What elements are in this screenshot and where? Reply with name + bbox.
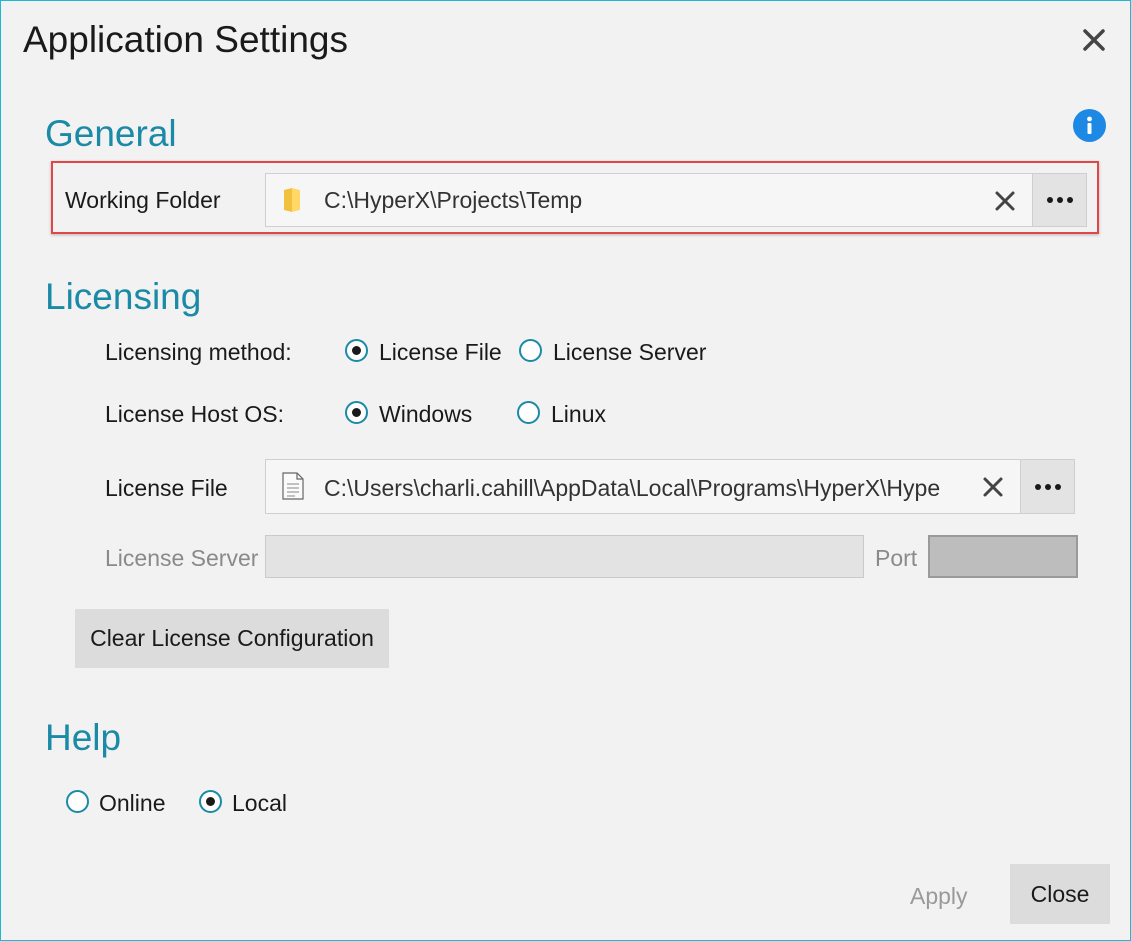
license-file-label: License File [105, 475, 228, 501]
radio-online-label[interactable]: Online [99, 790, 165, 817]
radio-online[interactable] [66, 790, 89, 813]
clear-icon[interactable] [990, 186, 1020, 216]
apply-button[interactable]: Apply [910, 883, 968, 910]
port-input[interactable] [928, 535, 1078, 578]
help-heading: Help [45, 717, 122, 758]
ellipsis-icon [1034, 483, 1061, 490]
radio-linux[interactable] [517, 401, 540, 424]
ellipsis-icon [1046, 197, 1073, 203]
radio-windows-label[interactable]: Windows [379, 401, 472, 428]
clear-license-configuration-button[interactable]: Clear License Configuration [75, 609, 389, 668]
working-folder-value: C:\HyperX\Projects\Temp [324, 187, 583, 213]
licensing-heading: Licensing [45, 276, 202, 317]
browse-license-file-button[interactable] [1020, 460, 1074, 513]
radio-license-server-label[interactable]: License Server [553, 339, 706, 366]
info-icon[interactable] [1073, 109, 1106, 142]
license-host-os-label: License Host OS: [105, 401, 284, 427]
license-server-input[interactable] [265, 535, 864, 578]
radio-license-server[interactable] [519, 339, 542, 362]
radio-linux-label[interactable]: Linux [551, 401, 606, 428]
dialog-title: Application Settings [23, 19, 348, 60]
settings-dialog: Application Settings General Working Fol… [0, 0, 1131, 941]
licensing-method-label: Licensing method: [105, 339, 292, 365]
radio-windows[interactable] [345, 401, 368, 424]
working-folder-row: Working Folder C:\HyperX\Projects\Temp [51, 161, 1099, 234]
license-server-label: License Server [105, 545, 259, 571]
general-heading: General [45, 113, 177, 154]
license-file-field[interactable]: C:\Users\charli.cahill\AppData\Local\Pro… [265, 459, 1075, 514]
license-file-value: C:\Users\charli.cahill\AppData\Local\Pro… [324, 475, 941, 501]
close-button[interactable]: Close [1010, 864, 1110, 924]
working-folder-field[interactable]: C:\HyperX\Projects\Temp [265, 173, 1087, 227]
working-folder-label: Working Folder [65, 187, 221, 213]
browse-working-folder-button[interactable] [1032, 174, 1086, 226]
file-icon [282, 472, 304, 500]
radio-local[interactable] [199, 790, 222, 813]
close-icon[interactable] [1079, 23, 1109, 55]
clear-icon[interactable] [978, 472, 1008, 502]
radio-license-file[interactable] [345, 339, 368, 362]
radio-license-file-label[interactable]: License File [379, 339, 502, 366]
radio-local-label[interactable]: Local [232, 790, 287, 817]
port-label: Port [875, 545, 918, 571]
folder-icon [282, 186, 302, 214]
